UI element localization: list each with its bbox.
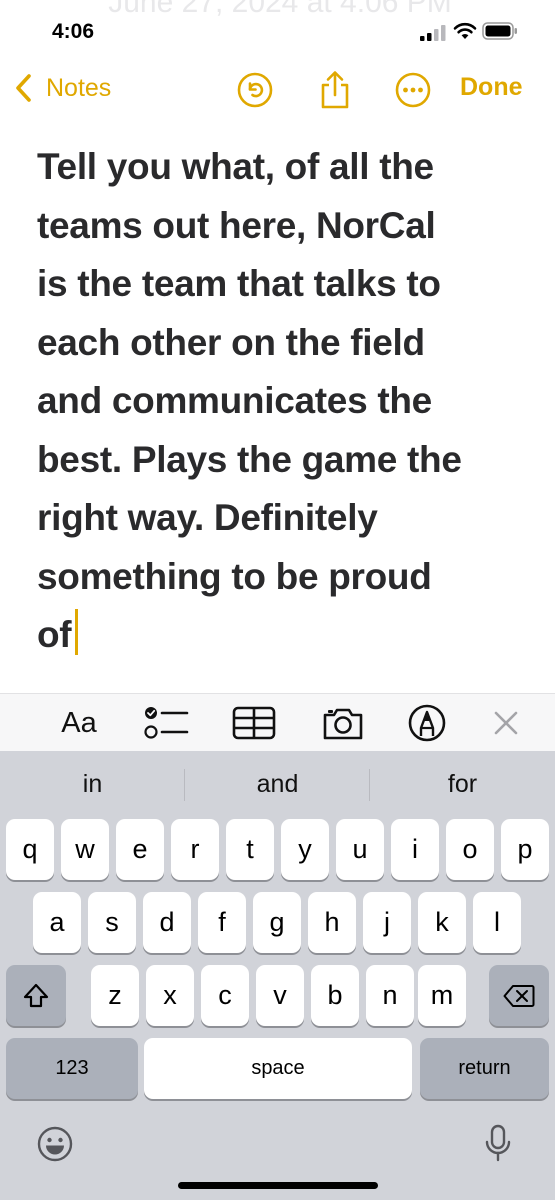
markup-button[interactable] xyxy=(406,702,448,744)
status-time: 4:06 xyxy=(52,20,95,43)
key-r[interactable]: r xyxy=(171,819,219,880)
key-w[interactable]: w xyxy=(61,819,109,880)
key-d[interactable]: d xyxy=(143,892,191,953)
key-i[interactable]: i xyxy=(391,819,439,880)
shift-key[interactable] xyxy=(6,965,66,1026)
done-button[interactable]: Done xyxy=(460,73,523,102)
more-icon xyxy=(395,72,431,108)
key-n[interactable]: n xyxy=(366,965,414,1026)
battery-icon xyxy=(482,22,517,40)
undo-button[interactable] xyxy=(235,70,275,110)
background-date-text: June 27, 2024 at 4:06 PM xyxy=(108,0,452,19)
text-cursor xyxy=(75,609,79,655)
share-button[interactable] xyxy=(315,70,355,110)
cellular-signal-icon xyxy=(420,25,446,41)
key-g[interactable]: g xyxy=(253,892,301,953)
shift-icon xyxy=(23,983,49,1007)
home-indicator[interactable] xyxy=(178,1182,378,1189)
suggestion-2[interactable]: and xyxy=(185,751,370,817)
close-toolbar-button[interactable] xyxy=(490,702,522,744)
key-v[interactable]: v xyxy=(256,965,304,1026)
key-l[interactable]: l xyxy=(473,892,521,953)
markup-icon xyxy=(408,704,446,742)
note-editor[interactable]: Tell you what, of all the teams out here… xyxy=(37,138,537,665)
space-key[interactable]: space xyxy=(144,1038,412,1099)
status-bar: June 27, 2024 at 4:06 PM 4:06 xyxy=(0,0,555,60)
delete-key[interactable] xyxy=(489,965,549,1026)
back-button[interactable]: Notes xyxy=(14,70,111,106)
key-p[interactable]: p xyxy=(501,819,549,880)
table-button[interactable] xyxy=(231,702,277,744)
microphone-icon xyxy=(485,1124,511,1162)
emoji-icon xyxy=(37,1126,73,1162)
dictation-button[interactable] xyxy=(478,1124,518,1164)
text-style-icon: Aa xyxy=(61,706,97,739)
key-a[interactable]: a xyxy=(33,892,81,953)
more-button[interactable] xyxy=(393,70,433,110)
key-x[interactable]: x xyxy=(146,965,194,1026)
key-h[interactable]: h xyxy=(308,892,356,953)
key-s[interactable]: s xyxy=(88,892,136,953)
key-u[interactable]: u xyxy=(336,819,384,880)
checklist-button[interactable] xyxy=(142,702,190,744)
key-m[interactable]: m xyxy=(418,965,466,1026)
key-y[interactable]: y xyxy=(281,819,329,880)
key-z[interactable]: z xyxy=(91,965,139,1026)
key-q[interactable]: q xyxy=(6,819,54,880)
keyboard: in and for q w e r t y u i o p a s d f g… xyxy=(0,751,555,1200)
key-e[interactable]: e xyxy=(116,819,164,880)
share-icon xyxy=(321,71,349,109)
numbers-key[interactable]: 123 xyxy=(6,1038,138,1099)
camera-button[interactable] xyxy=(320,702,366,744)
checklist-icon xyxy=(144,707,189,739)
camera-icon xyxy=(323,708,363,740)
key-b[interactable]: b xyxy=(311,965,359,1026)
return-key[interactable]: return xyxy=(420,1038,549,1099)
close-icon xyxy=(494,711,518,735)
format-toolbar: Aa xyxy=(0,693,555,751)
chevron-left-icon xyxy=(16,74,31,102)
backspace-icon xyxy=(503,984,535,1007)
wifi-icon xyxy=(453,22,477,39)
suggestion-1[interactable]: in xyxy=(0,751,185,817)
back-button-label: Notes xyxy=(46,73,112,102)
key-o[interactable]: o xyxy=(446,819,494,880)
note-text[interactable]: Tell you what, of all the teams out here… xyxy=(37,146,462,655)
nav-bar: Notes Done xyxy=(0,62,555,116)
key-t[interactable]: t xyxy=(226,819,274,880)
emoji-button[interactable] xyxy=(35,1124,75,1164)
table-icon xyxy=(232,706,276,740)
key-c[interactable]: c xyxy=(201,965,249,1026)
key-f[interactable]: f xyxy=(198,892,246,953)
suggestion-3[interactable]: for xyxy=(370,751,555,817)
key-j[interactable]: j xyxy=(363,892,411,953)
undo-icon xyxy=(237,72,273,108)
text-style-button[interactable]: Aa xyxy=(52,702,106,744)
key-k[interactable]: k xyxy=(418,892,466,953)
